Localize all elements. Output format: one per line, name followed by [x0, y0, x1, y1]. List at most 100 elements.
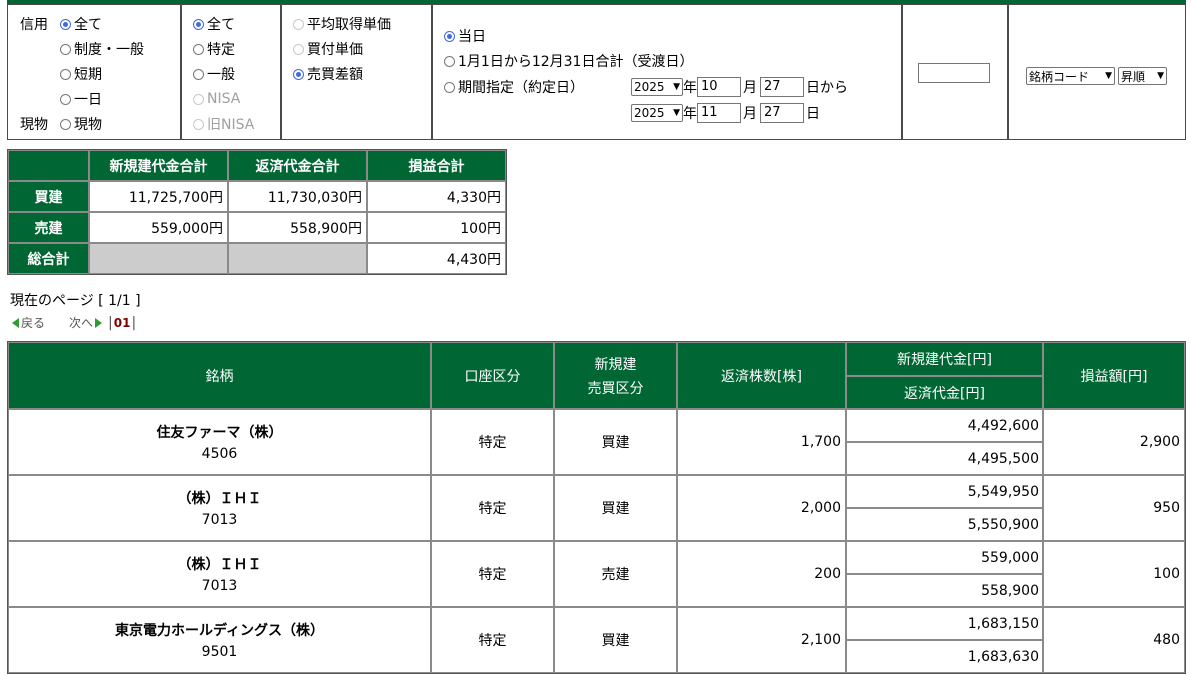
summary-row-label: 買建 [8, 181, 89, 212]
stock-code-input[interactable] [918, 63, 990, 83]
radio-account-general[interactable] [193, 68, 204, 80]
from-year-unit: 年 [683, 80, 697, 96]
price-type-filter: 平均取得単価 買付単価 売買差額 [281, 4, 432, 140]
trade-type-short-label: 短期 [74, 67, 102, 83]
repay-amount-cell: 5,550,900 [846, 508, 1043, 541]
from-year-select[interactable]: 2025 ▼ [631, 78, 683, 96]
stock-name: 住友ファーマ（株） [156, 425, 283, 441]
to-year-value: 2025 [634, 106, 665, 120]
repay-amount-cell: 4,495,500 [846, 442, 1043, 475]
radio-trade-cash[interactable] [60, 118, 71, 130]
summary-row-label: 売建 [8, 212, 89, 243]
stock-name: （株）ＩＨＩ [177, 557, 262, 573]
sort-key-select[interactable]: 銘柄コード ▼ [1026, 67, 1115, 85]
summary-header-empty [8, 150, 89, 181]
sort-filter: 銘柄コード ▼ 昇順 ▼ [1008, 4, 1186, 140]
trade-type-all-option[interactable]: 信用 全て [20, 14, 102, 34]
next-page-link[interactable]: 次へ [69, 314, 93, 331]
summary-header-pl: 損益合計 [367, 150, 506, 181]
page-separator: | [131, 314, 137, 331]
trade-type-short-option[interactable]: 短期 [60, 64, 102, 84]
radio-trade-day[interactable] [60, 93, 71, 105]
realized-pl-table: 銘柄 口座区分 新規建 売買区分 返済株数[株] 新規建代金[円] 損益額[円]… [7, 341, 1186, 674]
to-year-unit: 年 [683, 106, 697, 122]
table-row: （株）ＩＨＩ 7013 特定 売建 200 559,000 100 [8, 541, 1185, 607]
next-arrow-icon [95, 317, 103, 328]
account-specific-option[interactable]: 特定 [193, 39, 235, 59]
account-old-nisa-label: 旧NISA [207, 117, 255, 133]
price-purchase-option: 買付単価 [293, 39, 363, 59]
radio-trade-short[interactable] [60, 68, 71, 80]
summary-header-new: 新規建代金合計 [89, 150, 228, 181]
pl-cell: 480 [1043, 607, 1185, 673]
new-amount-cell: 1,683,150 [846, 607, 1043, 640]
period-year-option[interactable]: 1月1日から12月31日合計（受渡日） [444, 51, 693, 71]
sort-key-value: 銘柄コード [1029, 69, 1090, 84]
page-number-link[interactable]: 01 [114, 316, 131, 330]
prev-page-link[interactable]: 戻る [21, 314, 45, 331]
trade-type-day-option[interactable]: 一日 [60, 89, 102, 109]
radio-trade-standard[interactable] [60, 43, 71, 55]
price-average-option: 平均取得単価 [293, 14, 391, 34]
side-cell: 売建 [554, 541, 677, 607]
trade-type-filter: 信用 全て 制度・一般 短期 一日 現物 現物 [7, 4, 181, 140]
trade-type-cash-option[interactable]: 現物 現物 [20, 114, 102, 134]
account-nisa-option: NISA [193, 89, 240, 109]
stock-code: 7013 [201, 512, 238, 528]
radio-trade-all[interactable] [60, 18, 71, 30]
price-average-label: 平均取得単価 [307, 17, 391, 33]
from-month-input[interactable]: 10 [697, 77, 741, 97]
repay-amount-cell: 1,683,630 [846, 640, 1043, 673]
current-page-text: 現在のページ [ 1/1 ] [10, 293, 141, 309]
code-filter [902, 4, 1008, 140]
radio-account-nisa [193, 93, 204, 105]
col-header-repay-qty: 返済株数[株] [677, 342, 846, 409]
account-all-option[interactable]: 全て [193, 14, 235, 34]
account-cell: 特定 [431, 607, 554, 673]
to-year-select[interactable]: 2025 ▼ [631, 104, 683, 122]
radio-account-all[interactable] [193, 18, 204, 30]
period-year-label: 1月1日から12月31日合計（受渡日） [458, 54, 694, 70]
table-row: 東京電力ホールディングス（株） 9501 特定 買建 2,100 1,683,1… [8, 607, 1185, 673]
account-cell: 特定 [431, 475, 554, 541]
radio-price-diff[interactable] [293, 68, 304, 80]
new-amount-cell: 5,549,950 [846, 475, 1043, 508]
side-cell: 買建 [554, 475, 677, 541]
qty-cell: 2,000 [677, 475, 846, 541]
radio-account-specific[interactable] [193, 43, 204, 55]
summary-header-repay: 返済代金合計 [228, 150, 367, 181]
price-diff-option[interactable]: 売買差額 [293, 64, 363, 84]
side-cell: 買建 [554, 607, 677, 673]
radio-period-today[interactable] [444, 30, 455, 42]
summary-cell-pl: 4,330円 [367, 181, 506, 212]
to-day-input[interactable]: 27 [760, 103, 804, 123]
account-general-option[interactable]: 一般 [193, 64, 235, 84]
period-range-option[interactable]: 期間指定（約定日） [444, 77, 584, 97]
summary-total-label: 総合計 [8, 243, 89, 274]
page-separator: | [108, 314, 113, 331]
period-from-row: 2025 ▼ 年 10 月 27 日から [631, 77, 848, 97]
chevron-down-icon: ▼ [1105, 71, 1112, 81]
sort-order-select[interactable]: 昇順 ▼ [1118, 67, 1167, 85]
repay-amount-cell: 558,900 [846, 574, 1043, 607]
trade-type-day-label: 一日 [74, 92, 102, 108]
account-nisa-label: NISA [207, 91, 241, 107]
from-day-input[interactable]: 27 [760, 77, 804, 97]
stock-code: 4506 [201, 446, 238, 462]
sort-order-value: 昇順 [1121, 69, 1146, 84]
trade-type-cash-label: 現物 [74, 117, 102, 133]
radio-price-purchase [293, 43, 304, 55]
period-today-option[interactable]: 当日 [444, 26, 486, 46]
radio-period-range[interactable] [444, 81, 455, 93]
chevron-down-icon: ▼ [673, 82, 680, 92]
period-range-label: 期間指定（約定日） [458, 80, 584, 96]
account-type-filter: 全て 特定 一般 NISA 旧NISA [181, 4, 281, 140]
period-filter: 当日 1月1日から12月31日合計（受渡日） 期間指定（約定日） 2025 ▼ 年… [432, 4, 902, 140]
radio-period-year[interactable] [444, 55, 455, 67]
trade-type-standard-option[interactable]: 制度・一般 [60, 39, 144, 59]
account-old-nisa-option: 旧NISA [193, 114, 254, 134]
new-amount-cell: 4,492,600 [846, 409, 1043, 442]
account-cell: 特定 [431, 541, 554, 607]
stock-code: 7013 [201, 578, 238, 594]
to-month-input[interactable]: 11 [697, 103, 741, 123]
